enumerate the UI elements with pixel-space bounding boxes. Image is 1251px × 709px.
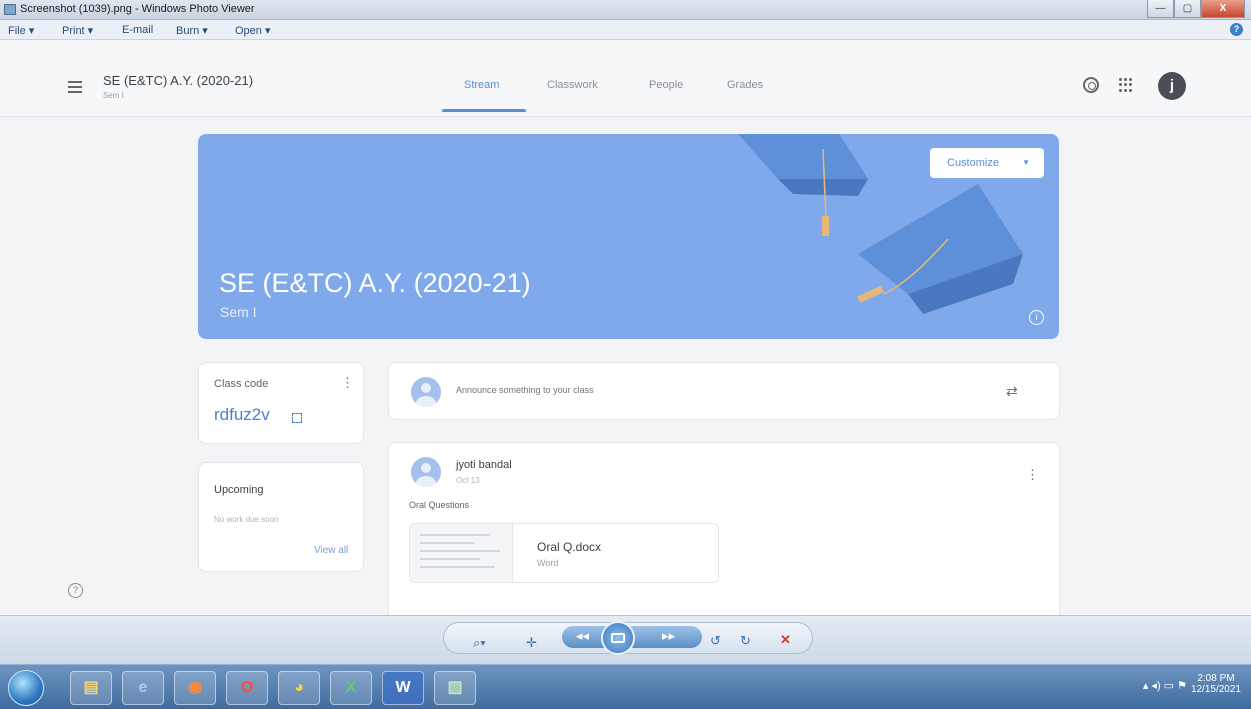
clock-date: 12/15/2021 <box>1190 684 1241 695</box>
class-code-value: rdfuz2v <box>214 405 270 424</box>
announce-input[interactable] <box>456 385 956 395</box>
internet-explorer-icon[interactable]: e <box>122 671 164 705</box>
user-avatar <box>411 377 441 407</box>
announce-card[interactable]: ⇄ <box>388 362 1060 420</box>
class-code-card: Class code ⋮ rdfuz2v <box>198 362 364 444</box>
menu-burn[interactable]: Burn ▾ <box>176 24 208 37</box>
class-banner: Customize ▼ SE (E&TC) A.Y. (2020-21) Sem… <box>198 134 1059 339</box>
previous-icon[interactable]: ◂◂ <box>576 628 589 644</box>
opera-icon[interactable]: O <box>226 671 268 705</box>
tab-grades[interactable]: Grades <box>727 79 763 91</box>
post-date: Oct 13 <box>456 476 480 485</box>
class-section: Sem I <box>103 91 124 100</box>
author-avatar <box>411 457 441 487</box>
tab-classwork[interactable]: Classwork <box>547 79 598 91</box>
tab-stream[interactable]: Stream <box>464 79 499 91</box>
account-avatar[interactable]: j <box>1158 72 1186 100</box>
graduation-cap-illustration-2 <box>857 184 1023 314</box>
media-player-icon[interactable]: ◉ <box>174 671 216 705</box>
more-options-icon[interactable]: ⋮ <box>341 375 354 391</box>
windows-taskbar: ▤ e ◉ O ◕ X W ▨ ▴ ◂) ▭ ⚑ 2:08 PM 12/15/2… <box>0 664 1251 709</box>
explorer-icon[interactable]: ▤ <box>70 671 112 705</box>
attachment-card[interactable]: Oral Q.docx Word <box>409 523 719 583</box>
hamburger-menu-icon[interactable] <box>68 81 82 96</box>
fullscreen-icon[interactable] <box>292 413 302 423</box>
attachment-type: Word <box>537 558 559 568</box>
system-tray-icons[interactable]: ▴ ◂) ▭ ⚑ <box>1143 679 1187 692</box>
word-icon[interactable]: W <box>382 671 424 705</box>
help-icon[interactable]: ? <box>68 583 83 598</box>
start-button[interactable] <box>8 670 44 706</box>
menu-open[interactable]: Open ▾ <box>235 24 271 37</box>
upcoming-label: Upcoming <box>214 484 264 496</box>
photo-viewer-icon <box>4 4 16 15</box>
banner-subtitle: Sem I <box>220 304 257 320</box>
menu-print[interactable]: Print ▾ <box>62 24 93 37</box>
photo-viewer-taskbar-icon[interactable]: ▨ <box>434 671 476 705</box>
window-controls: — ▢ X <box>1147 0 1245 18</box>
menu-email[interactable]: E-mail <box>122 24 153 36</box>
clock-time: 2:08 PM <box>1197 673 1235 684</box>
chevron-down-icon: ▼ <box>1022 158 1030 167</box>
image-viewport: SE (E&TC) A.Y. (2020-21) Sem I Stream Cl… <box>0 41 1251 617</box>
rotate-right-icon[interactable]: ↻ <box>740 633 751 649</box>
banner-title: SE (E&TC) A.Y. (2020-21) <box>219 268 531 298</box>
active-tab-indicator <box>442 109 526 112</box>
delete-icon[interactable]: ✕ <box>780 632 791 648</box>
attachment-name: Oral Q.docx <box>537 540 602 554</box>
window-title: Screenshot (1039).png - Windows Photo Vi… <box>20 3 255 15</box>
viewer-toolbar: ⌕▾ ✛ ◂◂ ▸▸ ↺ ↻ ✕ <box>0 615 1251 664</box>
maximize-button[interactable]: ▢ <box>1174 0 1201 18</box>
customize-label: Customize <box>947 157 999 169</box>
slideshow-icon <box>611 633 625 643</box>
upcoming-empty-text: No work due soon <box>214 515 279 524</box>
help-icon[interactable]: ? <box>1230 23 1243 36</box>
post-author: jyoti bandal <box>456 459 512 471</box>
repost-icon[interactable]: ⇄ <box>1006 383 1018 400</box>
apps-grid-icon[interactable] <box>1119 78 1133 92</box>
viewer-menu-bar: File ▾ Print ▾ E-mail Burn ▾ Open ▾ ? <box>0 20 1251 40</box>
class-code-label: Class code <box>214 378 269 390</box>
tab-people[interactable]: People <box>649 79 683 91</box>
chrome-icon[interactable]: ◕ <box>278 671 320 705</box>
gear-icon[interactable] <box>1083 77 1099 93</box>
class-title: SE (E&TC) A.Y. (2020-21) <box>103 73 254 88</box>
clock[interactable]: 2:08 PM 12/15/2021 <box>1191 673 1241 695</box>
close-window-button[interactable]: X <box>1201 0 1245 18</box>
view-all-link[interactable]: View all <box>314 545 348 556</box>
actual-size-icon[interactable]: ✛ <box>526 635 537 651</box>
minimize-button[interactable]: — <box>1147 0 1174 18</box>
excel-icon[interactable]: X <box>330 671 372 705</box>
rotate-left-icon[interactable]: ↺ <box>710 633 721 649</box>
more-options-icon[interactable]: ⋮ <box>1026 467 1039 483</box>
next-icon[interactable]: ▸▸ <box>662 628 675 644</box>
classroom-header: SE (E&TC) A.Y. (2020-21) Sem I Stream Cl… <box>0 41 1251 117</box>
window-title-bar: Screenshot (1039).png - Windows Photo Vi… <box>0 0 1251 20</box>
slideshow-button[interactable] <box>601 621 635 655</box>
menu-file[interactable]: File ▾ <box>8 24 34 37</box>
post-card: jyoti bandal Oct 13 ⋮ Oral Questions Ora… <box>388 442 1060 617</box>
document-thumbnail <box>410 524 513 582</box>
upcoming-card: Upcoming No work due soon View all <box>198 462 364 572</box>
post-text: Oral Questions <box>409 500 470 510</box>
info-icon[interactable]: i <box>1029 310 1044 325</box>
customize-button[interactable]: Customize ▼ <box>930 148 1044 178</box>
zoom-icon[interactable]: ⌕▾ <box>473 635 486 651</box>
